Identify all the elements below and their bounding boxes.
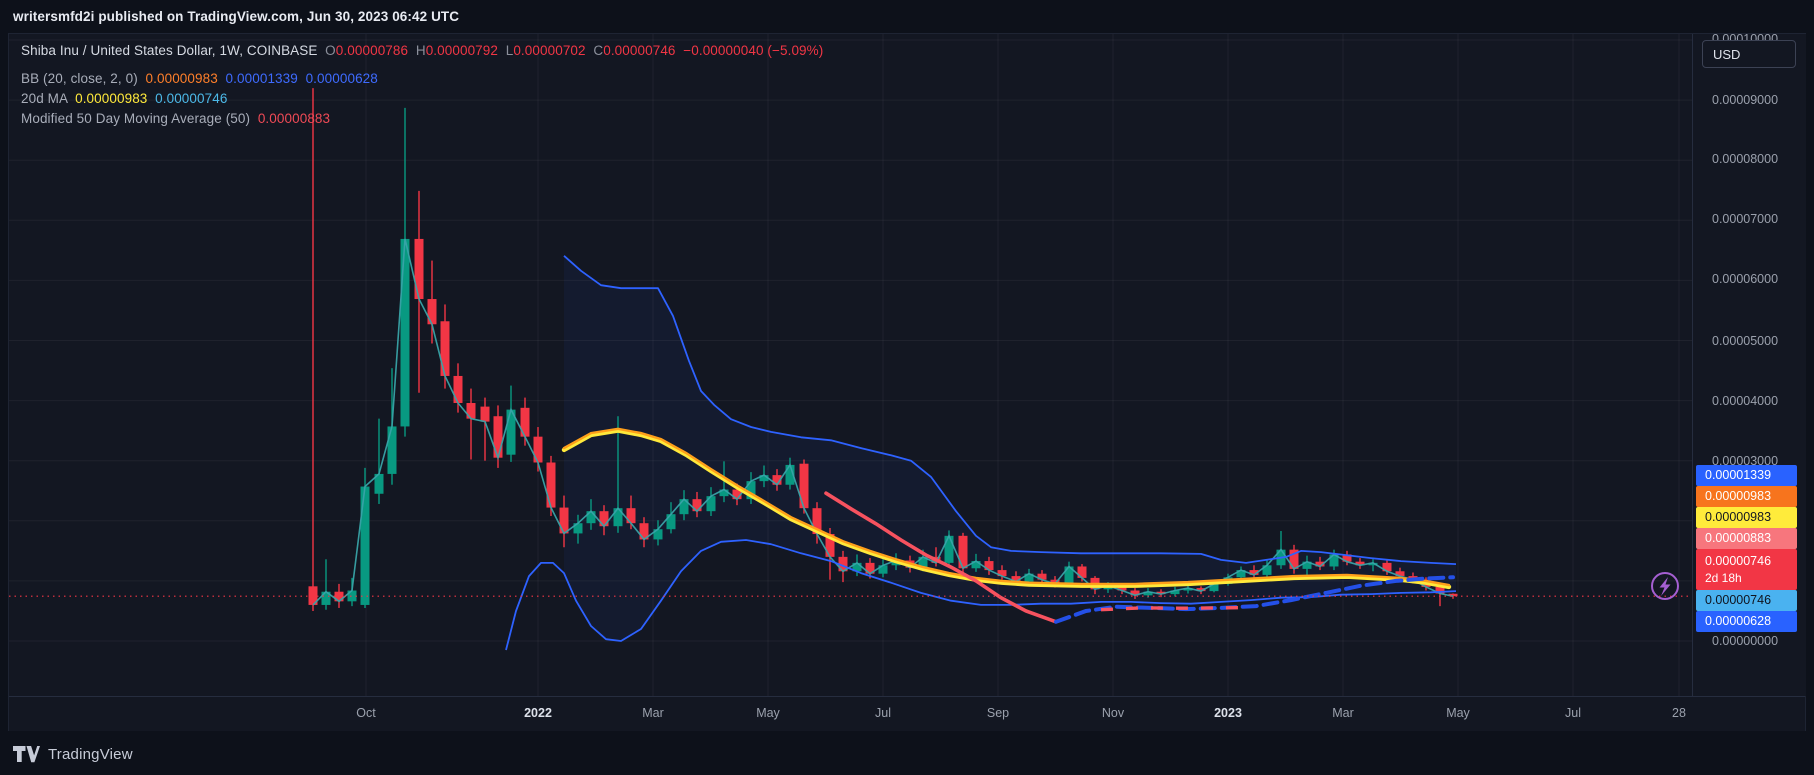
- candle-body: [361, 487, 370, 605]
- publish-title: writersmfd2i published on TradingView.co…: [13, 9, 459, 24]
- time-axis-label: Sep: [987, 706, 1009, 720]
- tradingview-logo-icon: [13, 746, 40, 763]
- candle-body: [467, 403, 476, 419]
- bb-upper-badge: 0.00001339: [1696, 465, 1797, 486]
- legend-row-symbol[interactable]: Shiba Inu / United States Dollar, 1W, CO…: [21, 41, 823, 60]
- time-axis[interactable]: Oct 2022 Mar May Jul Sep Nov 2023 Mar May Jul 28: [9, 696, 1805, 731]
- legend-text: BB (20, close, 2, 0): [21, 71, 146, 86]
- candle-body: [481, 407, 490, 422]
- tradingview-brand-text: TradingView: [48, 746, 133, 763]
- candle-body: [441, 321, 450, 376]
- ma20-cyan-badge: 0.00000746: [1696, 590, 1797, 611]
- candle-body: [388, 426, 397, 473]
- candle-body: [560, 508, 569, 534]
- candle-body: [945, 536, 954, 563]
- legend-text: Shiba Inu / United States Dollar, 1W, CO…: [21, 43, 317, 58]
- time-axis-label: May: [756, 706, 780, 720]
- time-axis-label: Jul: [875, 706, 891, 720]
- legend-text: 0.00000792: [426, 43, 498, 58]
- legend-text: 0.00000746: [155, 91, 227, 106]
- legend-text: 0.00000883: [258, 111, 330, 126]
- price-axis-label: 0.00005000: [1712, 334, 1778, 348]
- legend-text: 0.00000983: [75, 91, 155, 106]
- candle-body: [587, 511, 596, 523]
- currency-text: USD: [1713, 47, 1740, 62]
- chart-panel: Shiba Inu / United States Dollar, 1W, CO…: [8, 33, 1806, 731]
- candle-body: [534, 437, 543, 463]
- time-axis-label: Mar: [1332, 706, 1354, 720]
- legend-row-bb[interactable]: BB (20, close, 2, 0) 0.00000983 0.000013…: [21, 69, 378, 88]
- footer-bar: TradingView: [0, 733, 1814, 775]
- candle-body: [401, 239, 410, 427]
- candle-body: [600, 511, 609, 526]
- currency-label[interactable]: USD: [1702, 40, 1796, 68]
- last-price-countdown-badge: 0.000007462d 18h: [1696, 549, 1797, 590]
- legend-text: 0.00000983: [146, 71, 226, 86]
- time-axis-label: Nov: [1102, 706, 1124, 720]
- price-axis-label: 0.00009000: [1712, 93, 1778, 107]
- legend-text: 0.00000746: [603, 43, 675, 58]
- bb-lower-badge: 0.00000628: [1696, 611, 1797, 632]
- legend-text: L: [498, 43, 513, 58]
- candle-body: [959, 536, 968, 568]
- time-axis-label: 2023: [1214, 706, 1242, 720]
- bb-basis-badge: 0.00000983: [1696, 486, 1797, 507]
- price-chart-pane[interactable]: Shiba Inu / United States Dollar, 1W, CO…: [9, 34, 1692, 696]
- chart-canvas[interactable]: [9, 34, 1692, 696]
- time-axis-label: 28: [1672, 706, 1686, 720]
- legend-text: O: [317, 43, 335, 58]
- price-axis-label: 0.00006000: [1712, 272, 1778, 286]
- legend-text: H: [408, 43, 426, 58]
- candle-body: [428, 299, 437, 324]
- legend-text: 0.00001339: [226, 71, 306, 86]
- legend-text: 0.00000786: [336, 43, 408, 58]
- ma20-yellow-badge: 0.00000983: [1696, 507, 1797, 528]
- legend-text: 0.00000628: [306, 71, 378, 86]
- price-axis-label: 0.00008000: [1712, 152, 1778, 166]
- legend-row-20dma[interactable]: 20d MA 0.00000983 0.00000746: [21, 89, 227, 108]
- time-axis-label: Jul: [1565, 706, 1581, 720]
- legend-text: 20d MA: [21, 91, 75, 106]
- price-axis-label: 0.00000000: [1712, 634, 1778, 648]
- legend-text: 0.00000702: [513, 43, 585, 58]
- candle-body: [454, 376, 463, 403]
- legend-text: C: [586, 43, 604, 58]
- legend-text: −0.00000040 (−5.09%): [676, 43, 824, 58]
- price-axis[interactable]: USD 0.000100000.000090000.000080000.0000…: [1692, 34, 1806, 696]
- candle-body: [627, 508, 636, 523]
- time-axis-label: Mar: [642, 706, 664, 720]
- candle-body: [415, 239, 424, 299]
- time-axis-label: May: [1446, 706, 1470, 720]
- legend-row-modified-50dma[interactable]: Modified 50 Day Moving Average (50) 0.00…: [21, 109, 330, 128]
- time-axis-label: Oct: [356, 706, 375, 720]
- candle-body: [547, 463, 556, 508]
- price-axis-label: 0.00004000: [1712, 394, 1778, 408]
- candle-body: [667, 514, 676, 529]
- boost-lightning-icon[interactable]: [1652, 573, 1678, 599]
- price-axis-label: 0.00007000: [1712, 212, 1778, 226]
- publish-bar: writersmfd2i published on TradingView.co…: [0, 0, 1814, 33]
- time-axis-label: 2022: [524, 706, 552, 720]
- candle-body: [494, 416, 503, 457]
- modified-50dma-badge: 0.00000883: [1696, 528, 1797, 549]
- legend-text: Modified 50 Day Moving Average (50): [21, 111, 258, 126]
- candle-body: [800, 464, 809, 508]
